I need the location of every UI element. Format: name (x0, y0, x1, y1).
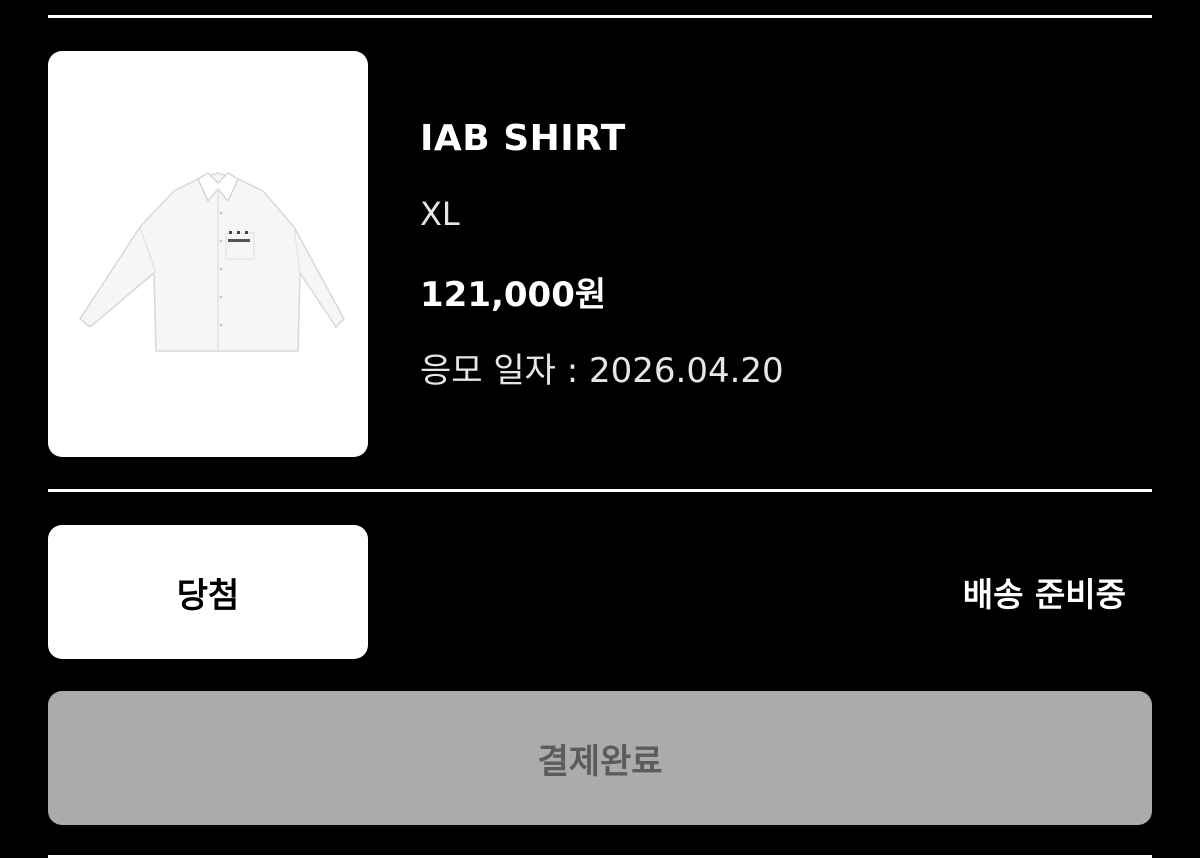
apply-date: 응모 일자 : 2026.04.20 (420, 351, 784, 391)
raffle-entry-page: IAB SHIRT XL 121,000원 응모 일자 : 2026.04.20… (0, 0, 1200, 858)
payment-complete-label: 결제완료 (537, 741, 663, 782)
raffle-result-badge: 당첨 (48, 525, 368, 659)
top-divider (48, 15, 1152, 18)
payment-complete-button[interactable]: 결제완료 (48, 691, 1152, 825)
shipping-status: 배송 준비중 (962, 575, 1126, 614)
middle-divider (48, 489, 1152, 492)
product-size: XL (420, 195, 460, 233)
shirt-image (78, 172, 345, 352)
product-image[interactable] (48, 51, 368, 457)
product-name[interactable]: IAB SHIRT (420, 118, 626, 159)
raffle-result-label: 당첨 (176, 575, 240, 616)
product-price: 121,000원 (420, 275, 607, 315)
